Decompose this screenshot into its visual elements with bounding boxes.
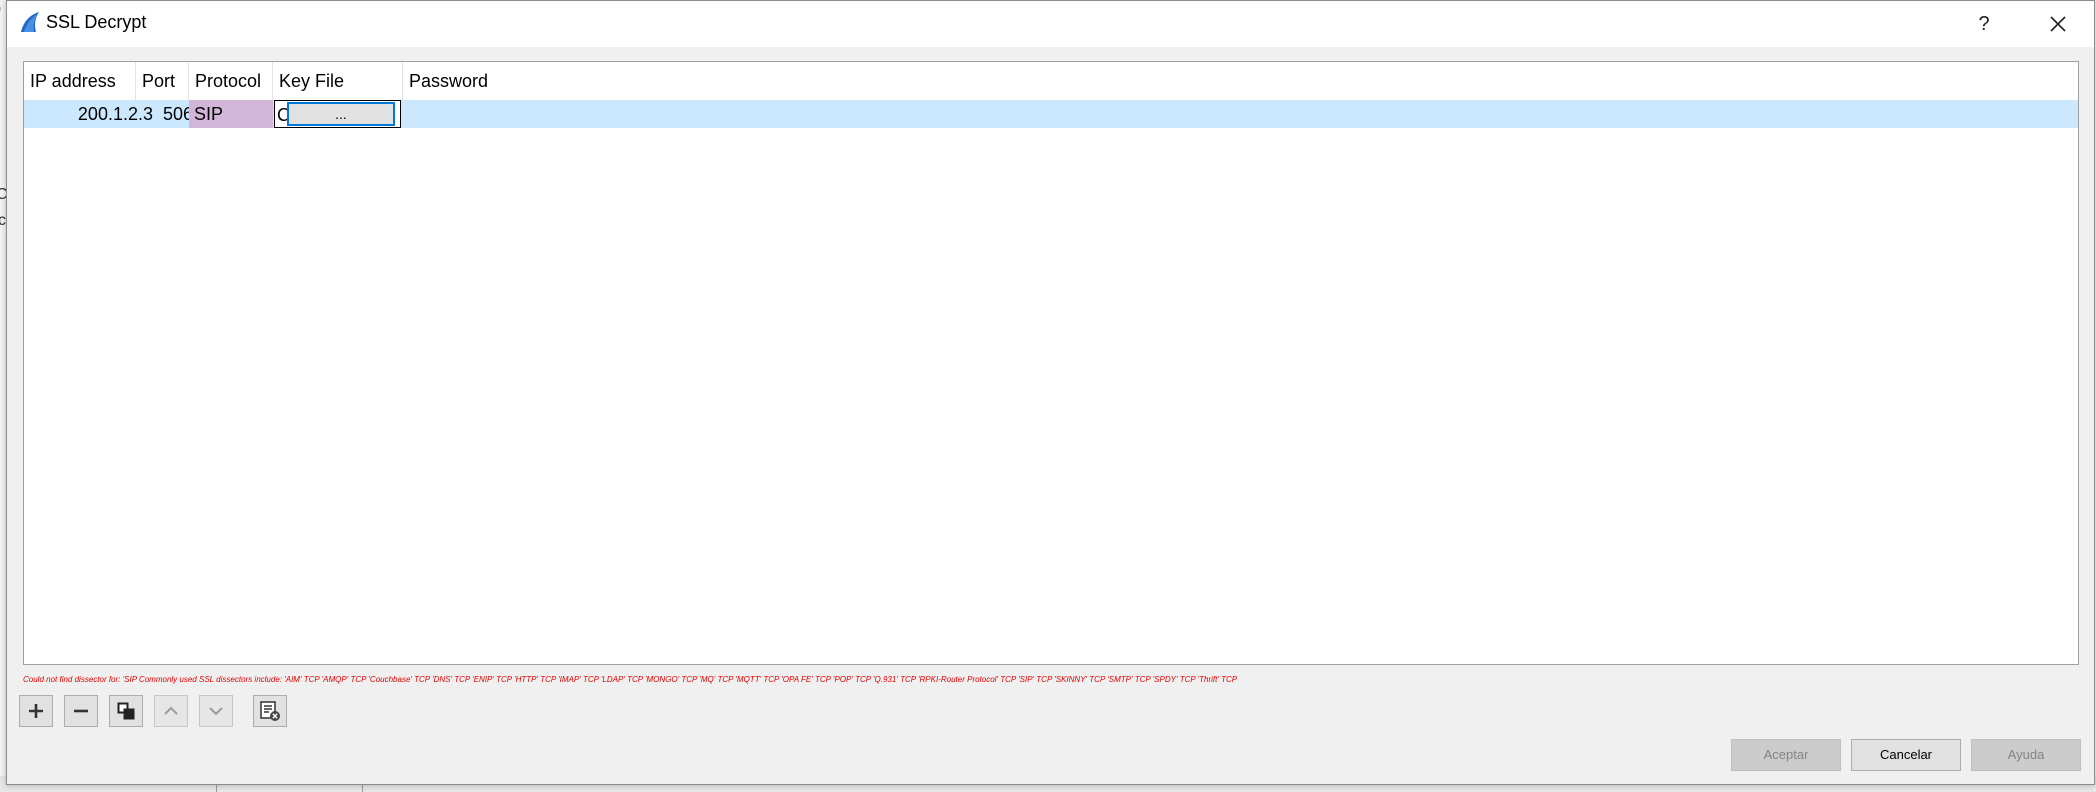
column-header-password[interactable]: Password: [403, 62, 703, 100]
column-header-port[interactable]: Port: [136, 62, 189, 100]
clear-list-icon: [260, 701, 280, 721]
help-dialog-button[interactable]: Ayuda: [1971, 739, 2081, 771]
cell-ip-address[interactable]: 200.1.2.3: [54, 100, 158, 128]
plus-icon: [29, 704, 43, 718]
error-message: Could not find dissector for: 'SIP Commo…: [23, 675, 1238, 684]
table-row[interactable]: 200.1.2.3 5061 SIP C ...: [24, 100, 2078, 128]
copy-entry-button[interactable]: [109, 695, 143, 727]
remove-entry-button[interactable]: [64, 695, 98, 727]
ssl-decrypt-dialog: SSL Decrypt ? IP address Port Protocol K…: [6, 0, 2095, 785]
add-entry-button[interactable]: [19, 695, 53, 727]
browse-key-file-button[interactable]: ...: [287, 102, 395, 126]
dialog-title: SSL Decrypt: [46, 12, 147, 32]
close-button[interactable]: [2028, 1, 2088, 47]
ssl-keys-table[interactable]: IP address Port Protocol Key File Passwo…: [23, 61, 2079, 665]
column-header-protocol[interactable]: Protocol: [189, 62, 273, 100]
key-file-editor[interactable]: C ...: [274, 100, 401, 128]
column-header-key-file[interactable]: Key File: [273, 62, 403, 100]
cell-protocol[interactable]: SIP: [189, 100, 273, 128]
column-header-ip[interactable]: IP address: [24, 62, 136, 100]
ok-button[interactable]: Aceptar: [1731, 739, 1841, 771]
cancel-button[interactable]: Cancelar: [1851, 739, 1961, 771]
copy-icon: [117, 702, 135, 720]
dialog-titlebar: SSL Decrypt ?: [7, 1, 2094, 47]
clear-entries-button[interactable]: [253, 695, 287, 727]
wireshark-fin-icon: [21, 12, 39, 32]
table-header: IP address Port Protocol Key File Passwo…: [24, 62, 2078, 100]
cell-password[interactable]: [403, 100, 703, 128]
move-down-button[interactable]: [199, 695, 233, 727]
chevron-down-icon: [209, 707, 223, 716]
chevron-up-icon: [164, 706, 178, 715]
help-button[interactable]: ?: [1954, 1, 2014, 47]
background-fragment: ): [0, 0, 1, 18]
minus-icon: [74, 709, 88, 713]
move-up-button[interactable]: [154, 695, 188, 727]
close-icon: [2050, 16, 2066, 32]
